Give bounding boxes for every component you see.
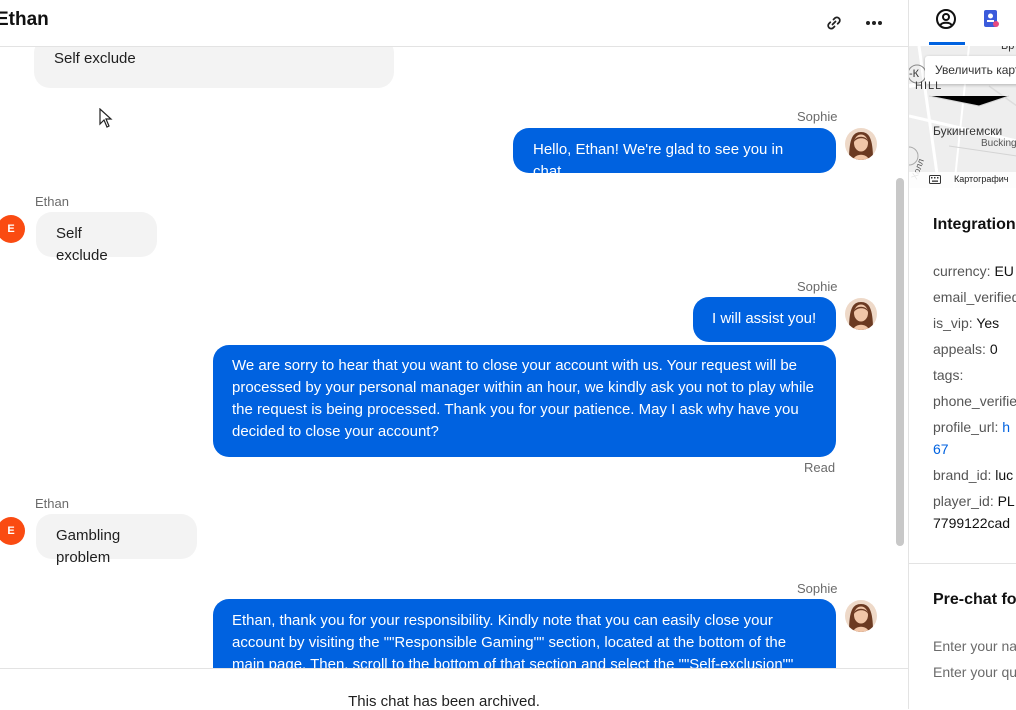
- user-circle-icon: [936, 9, 956, 29]
- message-text: Self exclude: [56, 225, 108, 264]
- map-label: HILL: [915, 80, 943, 92]
- prechat-name-field: Enter your na: [933, 638, 1016, 654]
- field-profile-url: profile_url: h: [933, 419, 1010, 435]
- active-tab-indicator: [929, 42, 965, 45]
- field-key: phone_verifie: [933, 393, 1016, 409]
- cursor-icon: [99, 107, 113, 133]
- field-tags: tags:: [933, 367, 963, 383]
- field-player-id-cont: 7799122cad: [933, 515, 1010, 531]
- field-key: currency:: [933, 263, 991, 279]
- field-key: is_vip:: [933, 315, 973, 331]
- field-key: tags:: [933, 367, 964, 383]
- message-bubble: I will assist you!: [693, 297, 836, 342]
- message-text: Gambling problem: [56, 527, 121, 566]
- message-text: Hello, Ethan! We're glad to see you in c…: [533, 141, 784, 180]
- panel-tabs: [909, 0, 1016, 46]
- map-label: Бр: [1001, 46, 1015, 52]
- message-bubble: Self exclude: [36, 212, 157, 264]
- profile-url-link[interactable]: h: [1002, 419, 1010, 435]
- field-value: luc: [995, 467, 1014, 483]
- map-label: Букингемски: [933, 124, 1003, 138]
- prechat-question-field: Enter your qu: [933, 664, 1016, 680]
- keyboard-icon[interactable]: [929, 175, 941, 186]
- sender-name: Sophie: [797, 581, 838, 596]
- field-is-vip: is_vip: Yes: [933, 315, 999, 331]
- field-value: PL: [997, 493, 1015, 509]
- message-bubble: Hello, Ethan! We're glad to see you in c…: [513, 128, 836, 180]
- field-profile-url-cont: 67: [933, 441, 949, 457]
- message-bubble: We are sorry to hear that you want to cl…: [213, 345, 836, 457]
- field-email-verified: email_verified: [933, 289, 1016, 305]
- profile-url-link[interactable]: 67: [933, 441, 949, 457]
- field-brand-id: brand_id: luc: [933, 467, 1013, 483]
- field-value: 7799122cad: [933, 515, 1011, 531]
- message-bubble: Self exclude: [34, 47, 394, 88]
- contact-card-icon: [984, 10, 999, 27]
- chat-scrollbar[interactable]: [896, 178, 904, 546]
- field-key: email_verified: [933, 289, 1016, 305]
- map-label: Bucking: [981, 138, 1016, 149]
- chat-title: Ethan: [0, 9, 49, 30]
- field-key: profile_url:: [933, 419, 999, 435]
- chat-header: Ethan: [0, 0, 908, 47]
- customer-avatar: E: [0, 215, 25, 243]
- field-player-id: player_id: PL: [933, 493, 1015, 509]
- archived-bar: This chat has been archived.: [0, 668, 908, 710]
- prechat-title: Pre-chat fo: [933, 591, 1016, 608]
- message-bubble: Gambling problem: [36, 514, 197, 566]
- section-divider: [909, 563, 1016, 564]
- map-label: -К: [909, 68, 920, 80]
- sender-name: Ethan: [35, 496, 69, 511]
- message-text: Self exclude: [54, 50, 136, 67]
- map-attribution: Картографич: [954, 174, 1009, 184]
- field-key: player_id:: [933, 493, 994, 509]
- agent-avatar: [845, 600, 877, 632]
- field-key: appeals:: [933, 341, 986, 357]
- sender-name: Sophie: [797, 109, 838, 124]
- field-key: brand_id:: [933, 467, 992, 483]
- archived-text: This chat has been archived.: [348, 693, 540, 710]
- field-appeals: appeals: 0: [933, 341, 998, 357]
- more-icon[interactable]: [862, 11, 886, 35]
- tab-contact[interactable]: [981, 8, 1005, 32]
- message-text: We are sorry to hear that you want to cl…: [232, 357, 814, 440]
- map-footer: Картографич: [909, 172, 1016, 188]
- integration-title: Integration: [933, 216, 1016, 233]
- field-value: Yes: [976, 315, 1000, 331]
- customer-avatar: E: [0, 517, 25, 545]
- sender-name: Sophie: [797, 279, 838, 294]
- tab-customer[interactable]: [935, 8, 959, 32]
- field-value: EU: [994, 263, 1014, 279]
- field-phone-verified: phone_verifie: [933, 393, 1016, 409]
- chat-messages: Self exclude Sophie Hello, Ethan! We're …: [0, 47, 908, 668]
- message-text: I will assist you!: [712, 310, 817, 327]
- sender-name: Ethan: [35, 194, 69, 209]
- field-value: 0: [989, 341, 998, 357]
- message-text: Ethan, thank you for your responsibility…: [232, 612, 794, 668]
- read-status: Read: [804, 460, 836, 475]
- field-currency: currency: EU: [933, 263, 1014, 279]
- agent-avatar: [845, 298, 877, 330]
- location-map[interactable]: Бр -К Увеличить карт HILL Букингемски Bu…: [909, 46, 1016, 188]
- message-bubble: Ethan, thank you for your responsibility…: [213, 599, 836, 668]
- link-icon[interactable]: [822, 11, 846, 35]
- agent-avatar: [845, 128, 877, 160]
- details-panel: Бр -К Увеличить карт HILL Букингемски Bu…: [908, 0, 1016, 709]
